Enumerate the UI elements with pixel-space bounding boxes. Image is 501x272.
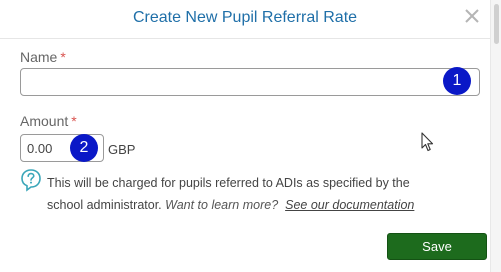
dialog-header: Create New Pupil Referral Rate xyxy=(0,0,490,39)
amount-label: Amount * xyxy=(20,113,77,129)
learn-more-text: Want to learn more? xyxy=(165,198,279,212)
help-text: This will be charged for pupils referred… xyxy=(47,172,447,216)
name-input[interactable] xyxy=(20,68,480,96)
amount-label-text: Amount xyxy=(20,113,69,129)
required-mark: * xyxy=(71,113,77,129)
mouse-cursor-icon xyxy=(421,132,435,152)
annotation-badge-1: 1 xyxy=(443,67,471,95)
currency-label: GBP xyxy=(108,142,136,157)
annotation-badge-2: 2 xyxy=(70,134,98,162)
question-circle-icon xyxy=(20,168,42,192)
dialog-title: Create New Pupil Referral Rate xyxy=(132,9,358,26)
name-label: Name * xyxy=(20,49,66,65)
name-label-text: Name xyxy=(20,49,58,65)
scrollbar-thumb[interactable] xyxy=(494,4,499,44)
scrollbar[interactable] xyxy=(490,0,501,272)
referral-rate-dialog: Create New Pupil Referral Rate Name * 1 A… xyxy=(0,0,501,272)
save-button[interactable]: Save xyxy=(387,233,487,260)
close-icon[interactable] xyxy=(462,6,482,26)
documentation-link[interactable]: See our documentation xyxy=(285,198,414,212)
required-mark: * xyxy=(60,49,66,65)
